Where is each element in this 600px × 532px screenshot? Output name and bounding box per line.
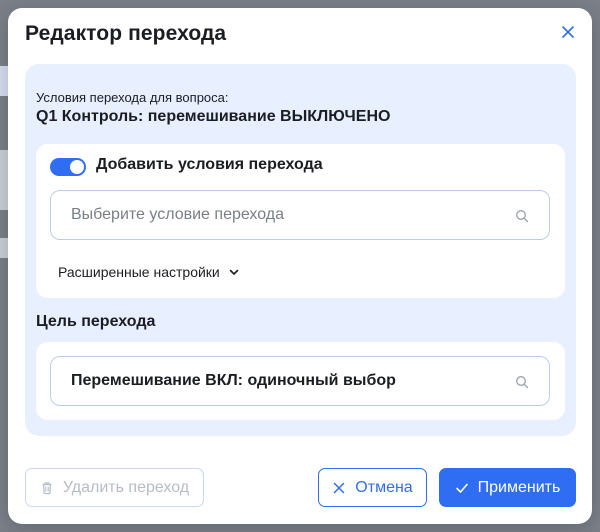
cancel-label: Отмена (355, 478, 413, 496)
apply-label: Применить (477, 478, 561, 496)
conditions-panel: Условия перехода для вопроса: Q1 Контрол… (25, 64, 576, 436)
conditions-caption: Условия перехода для вопроса: (36, 90, 229, 105)
delete-transition-button[interactable]: Удалить переход (25, 468, 204, 507)
close-icon (334, 482, 345, 493)
trash-icon (42, 481, 52, 494)
advanced-settings-toggle[interactable]: Расширенные настройки (58, 264, 240, 280)
add-conditions-toggle[interactable] (50, 158, 86, 176)
close-button[interactable] (560, 24, 576, 40)
target-card: Перемешивание ВКЛ: одиночный выбор (36, 342, 565, 420)
cancel-button[interactable]: Отмена (318, 468, 427, 507)
transition-editor-dialog: Редактор перехода Условия перехода для в… (8, 8, 592, 524)
delete-transition-label: Удалить переход (62, 478, 190, 496)
chevron-down-icon (229, 269, 239, 275)
toggle-knob (70, 160, 84, 174)
conditions-card: Добавить условия перехода Расширенные на… (36, 144, 565, 298)
apply-button[interactable]: Применить (439, 468, 576, 507)
dialog-title: Редактор перехода (25, 22, 227, 45)
target-heading: Цель перехода (36, 313, 156, 330)
search-icon (516, 376, 529, 389)
add-conditions-label: Добавить условия перехода (96, 156, 323, 173)
question-title: Q1 Контроль: перемешивание ВЫКЛЮЧЕНО (36, 108, 391, 125)
target-search-field[interactable]: Перемешивание ВКЛ: одиночный выбор (50, 356, 550, 406)
search-icon (516, 210, 529, 223)
close-icon (562, 26, 574, 38)
condition-search-input[interactable] (51, 191, 511, 239)
advanced-settings-label: Расширенные настройки (58, 264, 220, 280)
condition-search-field[interactable] (50, 190, 550, 240)
target-value: Перемешивание ВКЛ: одиночный выбор (71, 372, 396, 389)
check-icon (455, 483, 468, 493)
